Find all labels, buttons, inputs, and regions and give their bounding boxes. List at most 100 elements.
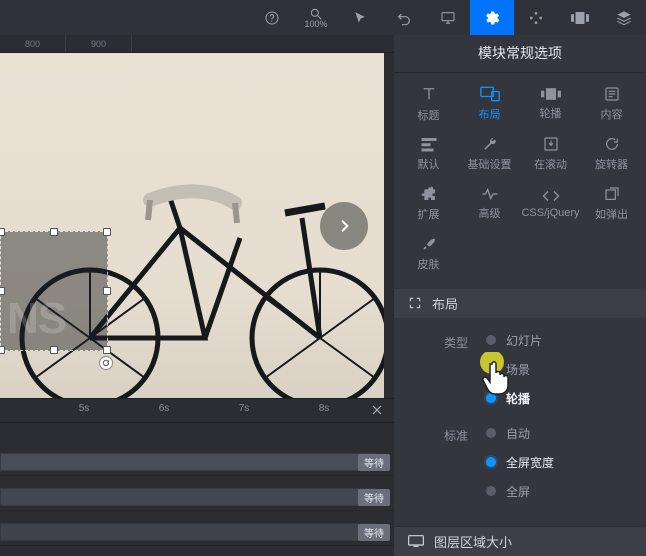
tab-spinner[interactable]: 旋转器 <box>581 129 642 179</box>
layers-tab[interactable] <box>602 0 646 35</box>
track-wait-tag[interactable]: 等待 <box>358 524 390 541</box>
popup-icon <box>604 186 620 202</box>
timeline-track[interactable]: 等待 <box>0 519 394 546</box>
handle-top-right[interactable] <box>103 228 111 236</box>
section-footer-label: 图层区域大小 <box>434 532 512 551</box>
track-wait-tag[interactable]: 等待 <box>358 454 390 471</box>
timeline-gap <box>0 423 394 449</box>
code-icon <box>542 189 560 203</box>
selection-placeholder-text: NS <box>7 294 66 344</box>
track-bar[interactable] <box>0 523 376 541</box>
device-area-icon <box>408 535 424 547</box>
radio-text: 场景 <box>506 361 530 378</box>
radio-slideshow[interactable]: 幻灯片 <box>486 332 632 349</box>
form-options-standard: 自动 全屏宽度 全屏 <box>468 425 632 500</box>
radio-dot <box>486 364 496 374</box>
tab-default[interactable]: 默认 <box>398 129 459 179</box>
preview-button[interactable] <box>426 0 470 35</box>
chevron-right-icon <box>336 218 352 234</box>
top-toolbar: 100% <box>0 0 646 35</box>
radio-text: 全屏宽度 <box>506 454 554 471</box>
form-row-standard: 标准 自动 全屏宽度 全屏 <box>408 425 632 500</box>
form-options-type: 幻灯片 场景 轮播 <box>468 332 632 407</box>
section-header-layout[interactable]: 布局 <box>394 289 646 318</box>
radio-auto[interactable]: 自动 <box>486 425 632 442</box>
radio-carousel[interactable]: 轮播 <box>486 390 632 407</box>
help-button[interactable] <box>250 0 294 35</box>
timeline-close-button[interactable] <box>368 401 386 419</box>
handle-mid-right[interactable] <box>103 287 111 295</box>
canvas-stage[interactable]: 800 900 <box>0 35 394 398</box>
tab-popup[interactable]: 如弹出 <box>581 179 642 229</box>
handle-bot-mid[interactable] <box>50 346 58 354</box>
radio-dot <box>486 457 496 467</box>
cursor-icon <box>353 11 367 25</box>
radio-dot <box>486 393 496 403</box>
close-icon <box>371 404 383 416</box>
handle-bot-right[interactable] <box>103 346 111 354</box>
pulse-icon <box>481 187 499 201</box>
radio-fullscreen[interactable]: 全屏 <box>486 483 632 500</box>
timeline-gap <box>0 511 394 519</box>
timeline-track[interactable]: 等待 <box>0 449 394 476</box>
tab-layout[interactable]: 布局 <box>459 79 520 129</box>
section-body-layout: 类型 幻灯片 场景 轮播 标准 自动 全屏宽度 全屏 <box>394 318 646 526</box>
pointer-tool-button[interactable] <box>338 0 382 35</box>
radio-text: 自动 <box>506 425 530 442</box>
slide-next-button[interactable] <box>320 202 368 250</box>
tab-label: 默认 <box>418 156 440 172</box>
tab-onscroll[interactable]: 在滚动 <box>520 129 581 179</box>
handle-top-left[interactable] <box>0 228 5 236</box>
tab-label: 基础设置 <box>468 156 512 172</box>
tab-carousel[interactable]: 轮播 <box>520 79 581 129</box>
section-header-label: 布局 <box>432 294 458 313</box>
tab-skin[interactable]: 皮肤 <box>398 229 459 279</box>
form-label-standard: 标准 <box>408 425 468 444</box>
form-label-type: 类型 <box>408 332 468 351</box>
radio-fullwidth[interactable]: 全屏宽度 <box>486 454 632 471</box>
time-ruler[interactable]: 5s 6s 7s 8s <box>0 399 394 423</box>
tab-content[interactable]: 内容 <box>581 79 642 129</box>
timeline-gap <box>0 476 394 484</box>
tab-label: 皮肤 <box>418 256 440 272</box>
tab-advanced[interactable]: 高级 <box>459 179 520 229</box>
panel-tabs: 标题 布局 轮播 内容 默认 基础设置 在滚动 旋转器 <box>394 73 646 289</box>
ruler-mark: 900 <box>66 35 132 52</box>
time-mark: 8s <box>319 403 330 414</box>
import-icon <box>543 136 559 152</box>
tab-basic[interactable]: 基础设置 <box>459 129 520 179</box>
selection-box[interactable]: NS <box>0 231 108 351</box>
content-icon <box>604 86 620 102</box>
radio-text: 轮播 <box>506 390 530 407</box>
tab-label: CSS/jQuery <box>521 207 579 219</box>
radio-dot <box>486 486 496 496</box>
puzzle-icon <box>421 186 437 202</box>
settings-tab[interactable] <box>470 0 514 35</box>
track-bar[interactable] <box>0 453 376 471</box>
radio-scene[interactable]: 场景 <box>486 361 632 378</box>
ruler-mark: 800 <box>0 35 66 52</box>
timeline-tracks: 等待 等待 等待 <box>0 423 394 546</box>
radio-dot <box>486 335 496 345</box>
monitor-icon <box>440 10 456 26</box>
timeline-track[interactable]: 等待 <box>0 484 394 511</box>
slides-tab[interactable] <box>558 0 602 35</box>
time-mark: 5s <box>79 403 90 414</box>
ruler-horizontal: 800 900 <box>0 35 394 53</box>
radio-dot <box>486 428 496 438</box>
section-footer-layerarea[interactable]: 图层区域大小 <box>394 526 646 556</box>
brush-icon <box>421 236 437 252</box>
handle-top-mid[interactable] <box>50 228 58 236</box>
zoom-button[interactable]: 100% <box>294 0 338 35</box>
tab-cssjquery[interactable]: CSS/jQuery <box>520 179 581 229</box>
gear-icon <box>483 9 501 27</box>
tab-title[interactable]: 标题 <box>398 79 459 129</box>
rotate-handle[interactable] <box>99 356 113 370</box>
handle-bot-left[interactable] <box>0 346 5 354</box>
handle-mid-left[interactable] <box>0 287 5 295</box>
undo-button[interactable] <box>382 0 426 35</box>
tab-extend[interactable]: 扩展 <box>398 179 459 229</box>
navigation-tab[interactable] <box>514 0 558 35</box>
track-bar[interactable] <box>0 488 376 506</box>
track-wait-tag[interactable]: 等待 <box>358 489 390 506</box>
